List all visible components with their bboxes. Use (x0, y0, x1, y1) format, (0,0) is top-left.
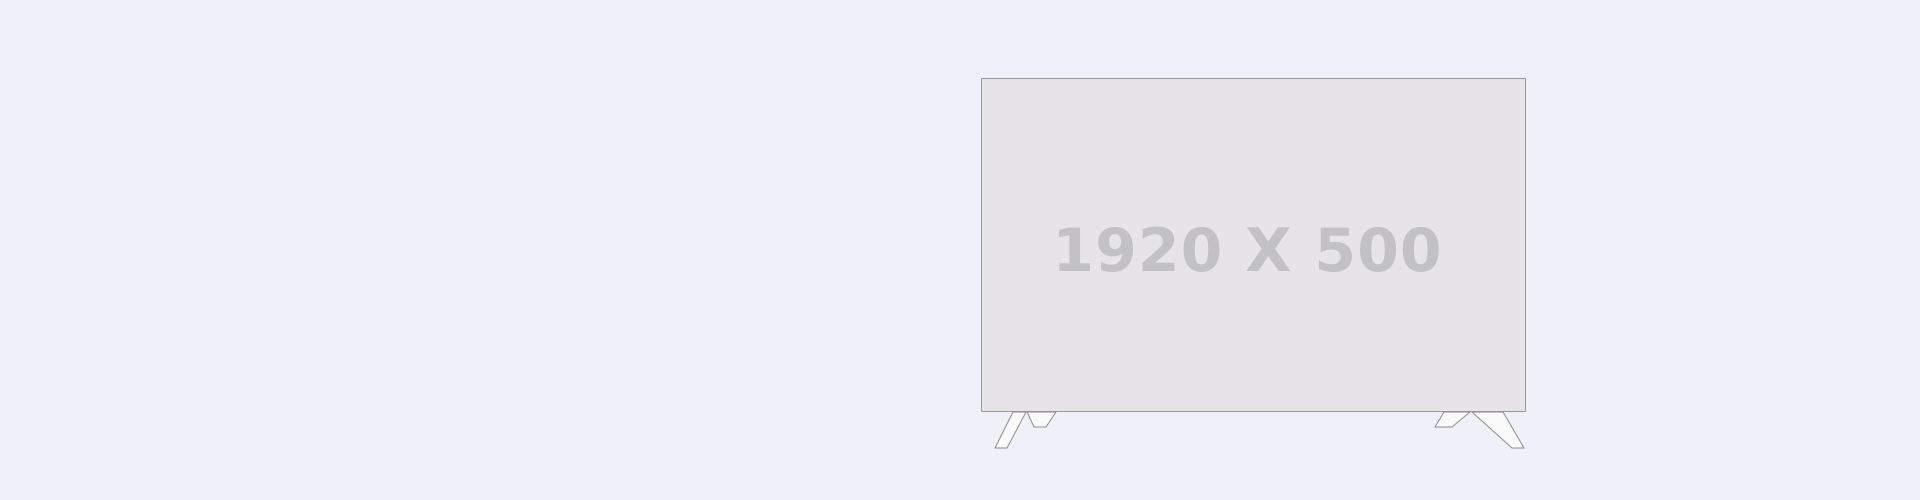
tv-placeholder-illustration: 1920 X 500 (0, 0, 1920, 500)
left-tv-leg (994, 411, 1057, 449)
dimensions-label: 1920 X 500 (1052, 216, 1443, 286)
right-tv-leg (1434, 411, 1525, 449)
tv-stand-legs (994, 411, 1525, 449)
tv-screen: 1920 X 500 (981, 78, 1526, 412)
